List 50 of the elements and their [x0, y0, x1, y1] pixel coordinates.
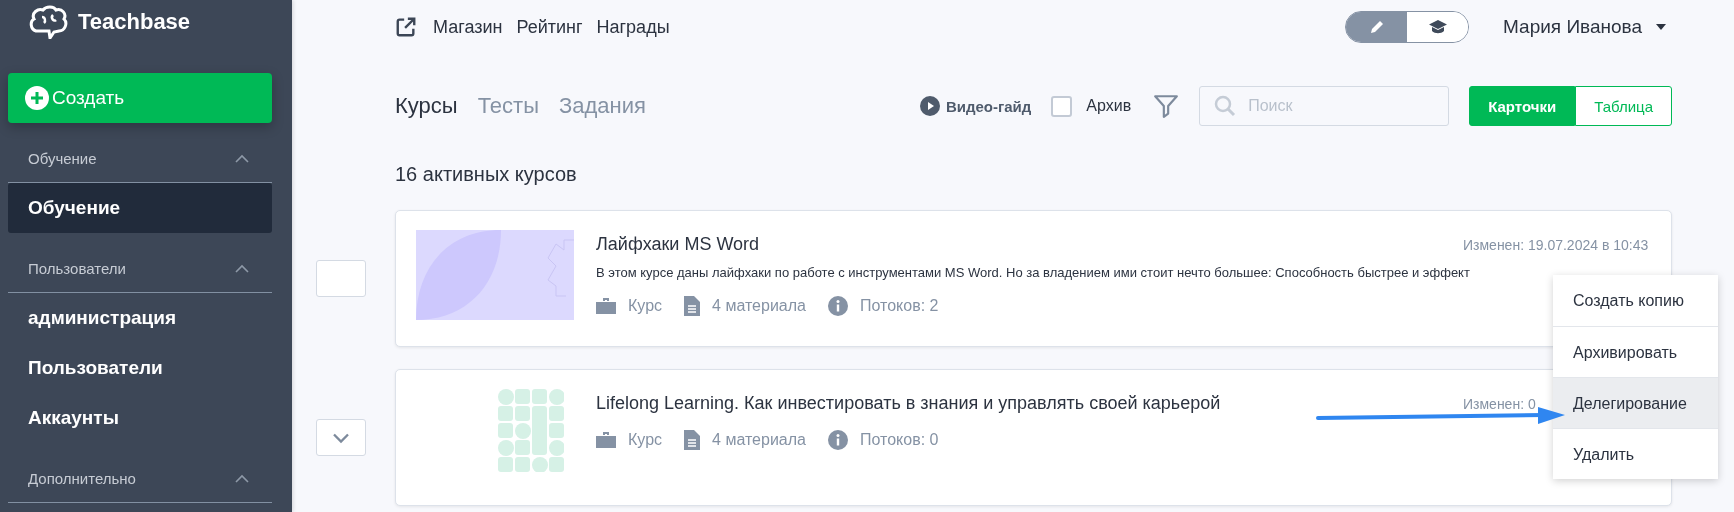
mode-toggle-button[interactable]: [1346, 12, 1408, 42]
search-icon: [1213, 94, 1238, 118]
tab[interactable]: Курсы: [395, 93, 458, 119]
info-circle-icon: [827, 296, 848, 316]
graduation-cap-icon: [1427, 19, 1448, 35]
section-header[interactable]: Пользователи: [8, 233, 272, 293]
meta-text: 4 материала: [712, 431, 806, 449]
meta-text: 4 материала: [712, 297, 806, 315]
meta-text: Потоков: 0: [859, 431, 939, 449]
meta-text: Потоков: 2: [859, 297, 939, 315]
course-title[interactable]: Lifelong Learning. Как инвестировать в знания и управлять своей карьерой: [596, 393, 1221, 414]
courses-count-heading: 16 активных курсов: [395, 162, 578, 187]
mode-toggle-button[interactable]: [1407, 12, 1469, 42]
user-menu[interactable]: Мария Иванова: [1497, 15, 1672, 39]
play-circle-icon: [919, 96, 940, 116]
nav-link[interactable]: Награды: [596, 16, 670, 38]
plus-circle-icon: [25, 86, 49, 110]
select-checkbox[interactable]: [316, 260, 366, 297]
archive-checkbox[interactable]: [1051, 95, 1073, 117]
sidebar-item[interactable]: администрация: [8, 293, 272, 343]
nav-link[interactable]: Рейтинг: [516, 16, 583, 38]
nav-link[interactable]: Магазин: [433, 16, 503, 38]
brain-logo-icon: [28, 5, 68, 39]
external-link-icon: [395, 16, 417, 38]
search-field[interactable]: Поиск: [1199, 86, 1450, 126]
sidebar-item[interactable]: Обучение: [8, 183, 272, 233]
modified-date: Изменен: 19.07.2024 в 10:43: [1463, 236, 1649, 253]
document-icon: [684, 430, 701, 450]
menu-item[interactable]: Создать копию: [1553, 275, 1718, 326]
pencil-icon: [1368, 19, 1385, 35]
menu-item[interactable]: Делегирование: [1553, 377, 1718, 428]
filter-icon[interactable]: [1153, 93, 1180, 119]
section-header[interactable]: Дополнительно: [8, 443, 272, 503]
meta-text: Курс: [628, 297, 663, 315]
course-description: В этом курсе даны лайфхаки по работе с инструментами MS Word. Но за владением ими стоит нечто большее: Способность быстрее и эффект: [596, 265, 1470, 280]
sidebar-item[interactable]: Аккаунты: [8, 393, 272, 443]
expand-button[interactable]: [316, 419, 366, 456]
course-title[interactable]: Лайфхаки MS Word: [596, 234, 760, 255]
modified-date: Изменен: 0: [1463, 395, 1536, 412]
info-circle-icon: [827, 430, 848, 450]
document-icon: [684, 296, 701, 316]
video-guide-link[interactable]: Видео-гайд: [919, 96, 1032, 116]
menu-item[interactable]: Удалить: [1553, 428, 1718, 479]
meta-text: Курс: [628, 431, 663, 449]
briefcase-icon: [596, 431, 616, 449]
briefcase-icon: [596, 297, 616, 315]
caret-down-icon: [1656, 24, 1666, 30]
archive-label[interactable]: Архив: [1086, 97, 1132, 115]
logo-text: Teachbase: [78, 9, 191, 35]
sidebar-item[interactable]: Пользователи: [8, 343, 272, 393]
